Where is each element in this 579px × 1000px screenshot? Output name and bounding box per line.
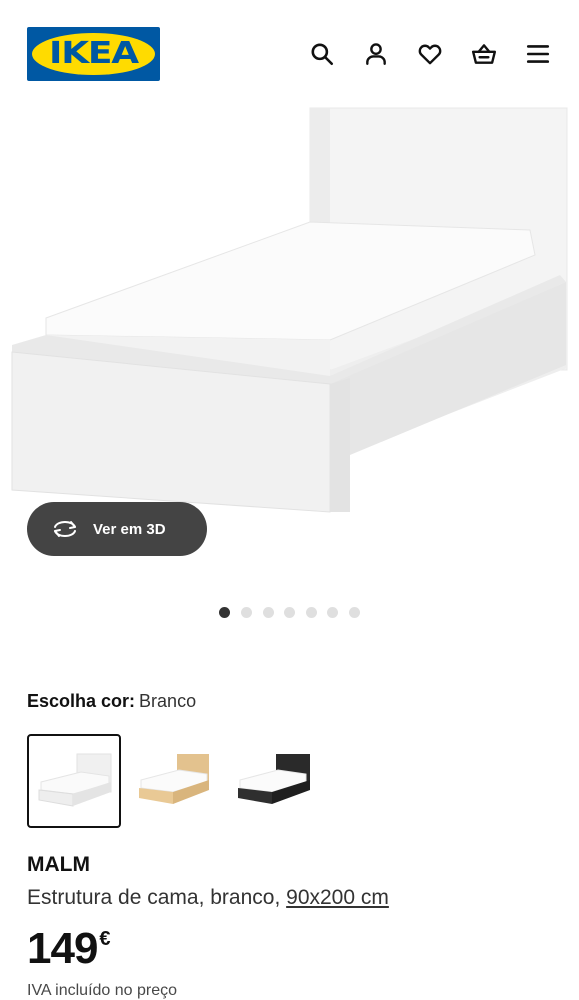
oak-bed-thumbnail — [139, 754, 209, 804]
white-bed-thumbnail — [38, 753, 112, 807]
product-description: Estrutura de cama, branco, 90x200 cm — [27, 886, 389, 910]
menu-icon[interactable] — [522, 38, 554, 70]
basket-icon[interactable] — [468, 38, 500, 70]
carousel-dot[interactable] — [263, 607, 274, 618]
carousel-dot[interactable] — [219, 607, 230, 618]
color-swatch-black[interactable] — [232, 734, 326, 828]
price-currency: € — [99, 928, 110, 950]
carousel-dot[interactable] — [306, 607, 317, 618]
price-amount: 149 — [27, 924, 98, 973]
product-description-text: Estrutura de cama, branco, — [27, 886, 287, 909]
product-price: 149 € — [27, 924, 111, 974]
logo-text: IKEA — [49, 36, 139, 71]
carousel-dots — [0, 607, 579, 619]
view-in-3d-button[interactable]: Ver em 3D — [27, 502, 207, 556]
product-size-link[interactable]: 90x200 cm — [286, 886, 389, 909]
view-in-3d-label: Ver em 3D — [93, 520, 166, 538]
color-swatch-oak[interactable] — [135, 734, 229, 828]
carousel-dot[interactable] — [241, 607, 252, 618]
user-icon[interactable] — [360, 38, 392, 70]
ikea-logo[interactable]: IKEA — [27, 27, 160, 81]
color-selected-value: Branco — [139, 691, 197, 711]
bed-illustration — [11, 107, 568, 513]
product-main-image[interactable] — [0, 100, 579, 530]
rotate-3d-icon — [54, 521, 76, 537]
product-name: MALM — [27, 853, 90, 876]
carousel-dot[interactable] — [284, 607, 295, 618]
heart-icon[interactable] — [414, 38, 446, 70]
search-icon[interactable] — [306, 38, 338, 70]
color-label: Escolha cor: — [27, 691, 136, 711]
black-bed-thumbnail — [238, 754, 310, 804]
vat-note: IVA incluído no preço — [27, 982, 178, 999]
color-selector-heading: Escolha cor: Branco — [27, 691, 196, 712]
carousel-dot[interactable] — [327, 607, 338, 618]
color-swatch-white[interactable] — [27, 734, 121, 828]
carousel-dot[interactable] — [349, 607, 360, 618]
site-header: IKEA — [0, 0, 579, 100]
